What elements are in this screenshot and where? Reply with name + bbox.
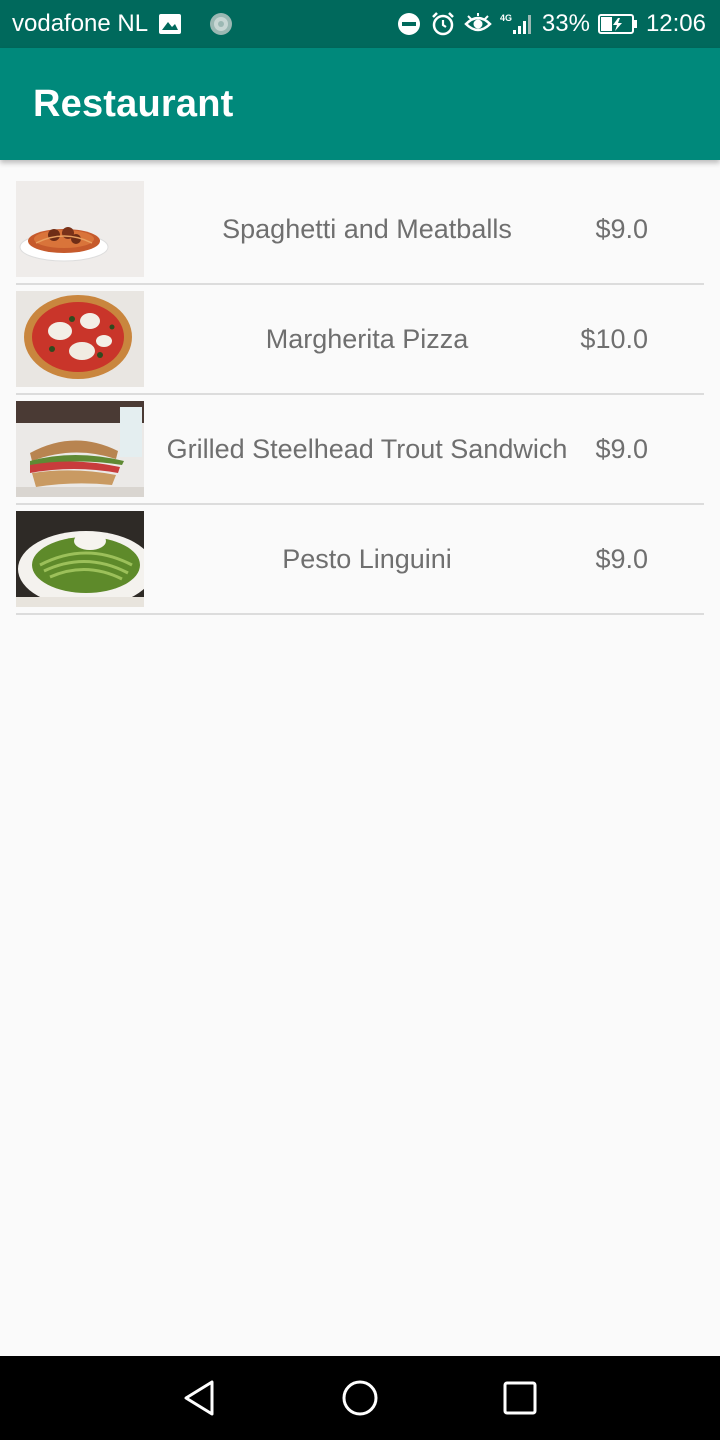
sync-icon: [208, 11, 234, 37]
nav-bar: [0, 1356, 720, 1440]
home-icon[interactable]: [330, 1368, 390, 1428]
item-name: Spaghetti and Meatballs: [222, 213, 512, 244]
signal-icon: 4G: [500, 12, 534, 36]
menu-item[interactable]: Spaghetti and Meatballs $9.0: [16, 175, 704, 285]
back-icon[interactable]: [170, 1368, 230, 1428]
dnd-icon: [396, 11, 422, 37]
item-price: $10.0: [580, 323, 648, 354]
trout-sandwich-photo: [16, 401, 144, 497]
battery-charging-icon: [597, 13, 638, 35]
status-bar: vodafone NL 4G 33% 12:06: [0, 0, 720, 48]
pesto-linguini-photo: [16, 511, 144, 607]
item-name: Pesto Linguini: [282, 543, 452, 574]
item-name: Grilled Steelhead Trout Sandwich: [166, 433, 568, 464]
menu-item[interactable]: Margherita Pizza $10.0: [16, 285, 704, 395]
recents-icon[interactable]: [490, 1368, 550, 1428]
alarm-icon: [430, 11, 456, 37]
image-icon: [158, 13, 182, 35]
margherita-pizza-photo: [16, 291, 144, 387]
eye-icon: [464, 12, 492, 36]
battery-percent: 33%: [541, 10, 590, 37]
carrier-label: vodafone NL: [12, 10, 149, 37]
item-name: Margherita Pizza: [265, 323, 469, 354]
item-price: $9.0: [595, 213, 648, 244]
app-bar: Restaurant: [0, 48, 720, 160]
network-label: 4G: [500, 13, 512, 23]
clock-time: 12:06: [645, 10, 706, 37]
status-right: 4G 33% 12:06: [396, 10, 706, 38]
menu-list: Spaghetti and Meatballs $9.0 Margherita …: [16, 175, 704, 615]
app-title: Restaurant: [33, 82, 234, 125]
item-price: $9.0: [595, 433, 648, 464]
menu-item[interactable]: Pesto Linguini $9.0: [16, 505, 704, 615]
spaghetti-meatballs-photo: [16, 181, 144, 277]
status-left: vodafone NL: [12, 10, 234, 38]
menu-item[interactable]: Grilled Steelhead Trout Sandwich $9.0: [16, 395, 704, 505]
item-price: $9.0: [595, 543, 648, 574]
